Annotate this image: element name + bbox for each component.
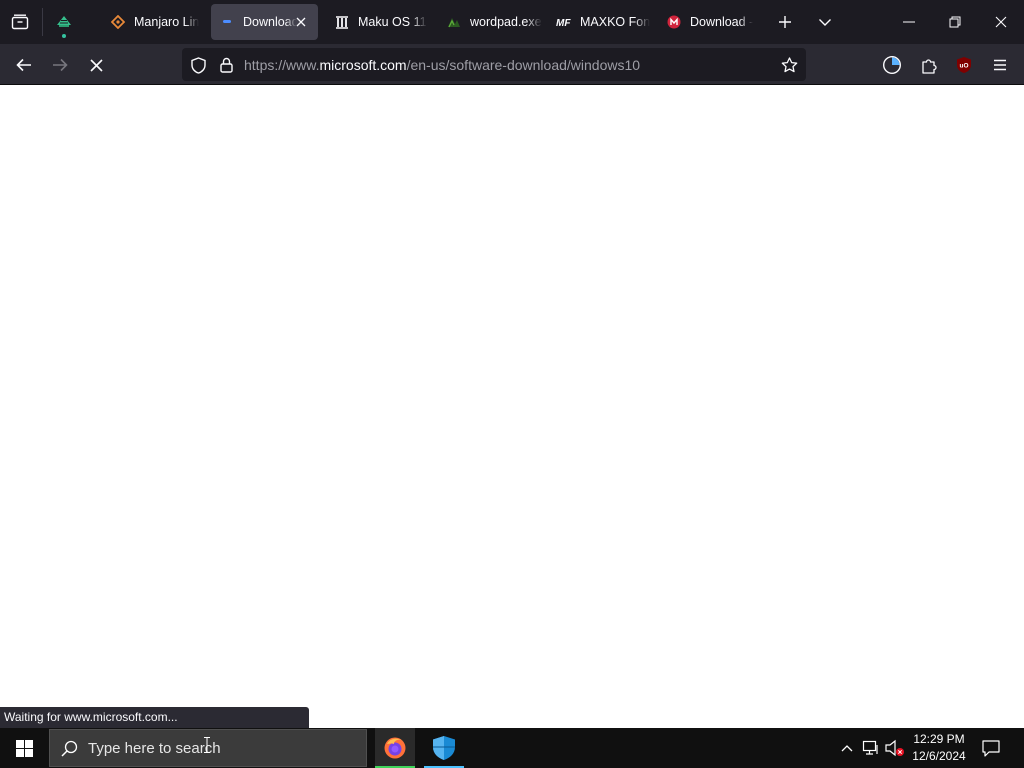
firefox-icon: [384, 737, 406, 759]
tab-label: Download -: [690, 15, 754, 29]
plus-icon: [779, 16, 791, 28]
tab-label: MAXKO Fon: [580, 15, 651, 29]
windows-taskbar: Type here to search 12:29 PM 12/6/2024: [0, 728, 1024, 768]
show-hidden-icons-button[interactable]: [838, 738, 856, 758]
page-content: [0, 85, 1024, 728]
svg-text:uO: uO: [959, 63, 968, 70]
tab-label: Download: [243, 15, 297, 29]
volume-muted-icon: [885, 739, 904, 757]
notification-icon: [982, 739, 1000, 757]
url-prefix: https://www.: [244, 57, 320, 73]
pinned-tab-indicator: [62, 34, 66, 38]
svg-text:MF: MF: [556, 18, 571, 28]
site-info-button[interactable]: [216, 55, 236, 75]
search-placeholder: Type here to search: [88, 740, 221, 757]
windows-security-shield-icon: [433, 736, 455, 760]
taskbar-search-box[interactable]: Type here to search: [49, 729, 367, 767]
manjaro-pinned-icon: [56, 14, 72, 30]
back-button[interactable]: [10, 51, 38, 79]
tracking-protection-button[interactable]: [188, 55, 208, 75]
tab-label: wordpad.exe: [470, 15, 542, 29]
chevron-down-icon: [819, 19, 831, 26]
clock-date: 12/6/2024: [912, 749, 966, 763]
tab-strip: Manjaro Lin Download Maku OS 11 wordpad.…: [0, 0, 1024, 44]
ublock-origin-icon: uO: [957, 57, 971, 73]
firefox-view-icon: [11, 14, 29, 30]
restore-icon: [949, 16, 961, 28]
minimize-button[interactable]: [886, 0, 932, 44]
mf-logo-icon: MF: [556, 14, 572, 30]
status-panel: Waiting for www.microsoft.com...: [0, 707, 309, 728]
bookmark-button[interactable]: [778, 54, 800, 76]
text-cursor-icon: [204, 737, 210, 753]
restore-button[interactable]: [932, 0, 978, 44]
volume-tray-icon-button[interactable]: [884, 738, 906, 758]
red-m-icon: [666, 14, 682, 30]
network-tray-icon-button[interactable]: [860, 738, 882, 758]
puzzle-icon: [921, 58, 937, 74]
ublock-origin-button[interactable]: uO: [953, 53, 975, 77]
star-icon: [781, 57, 797, 73]
back-arrow-icon: [16, 58, 31, 72]
account-sync-button[interactable]: [880, 53, 904, 77]
manjaro-diamond-icon: [110, 14, 126, 30]
shield-icon: [190, 56, 206, 74]
close-tab-button[interactable]: [294, 15, 308, 29]
stop-loading-button[interactable]: [82, 51, 110, 79]
url-text[interactable]: https://www.microsoft.com/en-us/software…: [244, 57, 640, 73]
clock-time: 12:29 PM: [913, 732, 965, 746]
app-menu-button[interactable]: [988, 53, 1012, 77]
url-domain: microsoft.com: [319, 57, 407, 73]
start-button[interactable]: [0, 728, 48, 768]
lock-icon: [219, 57, 233, 73]
taskbar-clock[interactable]: 12:29 PM 12/6/2024: [908, 731, 970, 765]
chevron-up-icon: [841, 745, 853, 752]
firefox-view-button[interactable]: [8, 11, 32, 33]
taskbar-windows-security[interactable]: [424, 728, 464, 768]
new-tab-button[interactable]: [774, 11, 796, 33]
extensions-button[interactable]: [917, 53, 941, 77]
hamburger-menu-icon: [994, 59, 1006, 71]
sync-progress-icon: [882, 55, 902, 75]
tab-label: Maku OS 11: [358, 15, 427, 29]
navigation-toolbar: https://www.microsoft.com/en-us/software…: [0, 44, 1024, 85]
tab-wordpad[interactable]: wordpad.exe: [438, 4, 542, 40]
action-center-button[interactable]: [978, 736, 1004, 760]
loading-dot-icon: [219, 14, 235, 30]
url-path: /en-us/software-download/windows10: [406, 57, 641, 73]
windows-logo-icon: [15, 739, 33, 757]
tab-maxko[interactable]: MF MAXKO Fon: [548, 4, 652, 40]
tab-maku-os[interactable]: Maku OS 11: [326, 4, 430, 40]
taskbar-firefox[interactable]: [375, 728, 415, 768]
forward-arrow-icon: [53, 58, 68, 72]
tab-manjaro[interactable]: Manjaro Lin: [102, 4, 206, 40]
network-icon: [862, 740, 878, 755]
close-icon: [995, 16, 1007, 28]
search-icon: [61, 740, 78, 757]
forward-button[interactable]: [46, 51, 74, 79]
tab-separator: [42, 8, 43, 36]
tab-download[interactable]: Download -: [658, 4, 762, 40]
close-icon: [296, 17, 306, 27]
close-window-button[interactable]: [978, 0, 1024, 44]
tab-label: Manjaro Lin: [134, 15, 200, 29]
stop-icon: [89, 58, 103, 72]
tab-download-active[interactable]: Download: [211, 4, 318, 40]
url-bar[interactable]: https://www.microsoft.com/en-us/software…: [182, 48, 806, 81]
list-all-tabs-button[interactable]: [814, 11, 836, 33]
columns-icon: [334, 14, 350, 30]
minimize-icon: [903, 21, 915, 23]
wordpad-green-icon: [446, 14, 462, 30]
